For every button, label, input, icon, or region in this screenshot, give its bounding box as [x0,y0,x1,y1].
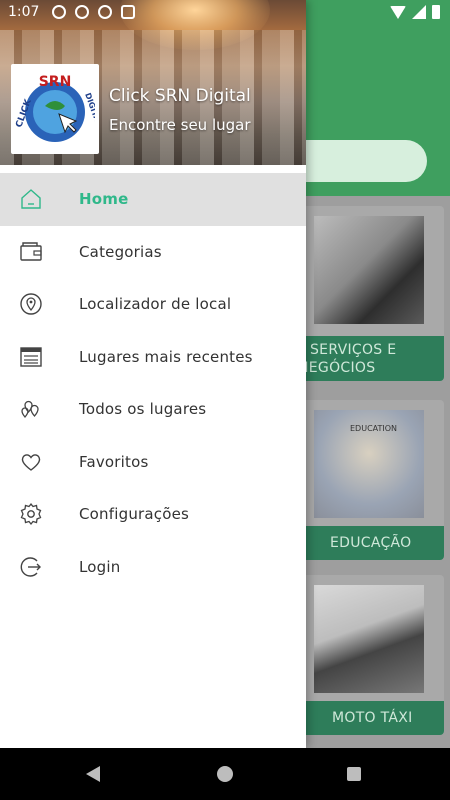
multiple-pins-icon [21,401,39,419]
home-icon [21,189,41,209]
status-system-icons [390,5,440,19]
menu-item-login[interactable]: Login [0,541,306,594]
category-card-moto-taxi[interactable]: MOTO TÁXI [296,575,444,735]
navigation-drawer: SRN CLICK DIGITAL Click SRN Digital Enco… [0,0,306,748]
card-image-businessman [314,216,424,324]
system-navigation-bar [0,748,450,800]
menu-item-categorias[interactable]: Categorias [0,226,306,279]
card-label-line2: NEGÓCIOS [298,359,376,376]
app-logo: SRN CLICK DIGITAL [11,64,99,154]
menu-item-localizador[interactable]: Localizador de local [0,278,306,331]
recents-icon[interactable] [347,767,361,781]
menu-label-todos: Todos os lugares [79,400,207,419]
menu-label-login: Login [79,557,121,576]
brand-title: Click SRN Digital [109,86,251,106]
card-image-education: EDUCATION [314,410,424,518]
status-notification-icons [52,5,135,19]
card-label-line1: SERVIÇOS E [310,341,397,358]
menu-label-localizador: Localizador de local [79,295,232,314]
status-bar: 1:07 [0,0,450,26]
logo-graphic: SRN CLICK DIGITAL [15,74,95,142]
card-label: SERVIÇOS E NEGÓCIOS [296,336,444,381]
gear-icon [52,5,66,19]
status-time: 1:07 [8,4,40,20]
wifi-icon [390,5,406,19]
sync-icon [98,5,112,19]
back-icon[interactable] [86,766,100,782]
card-label: MOTO TÁXI [296,701,444,735]
drawer-menu: Home Categorias Localizador de local Lug… [0,173,306,593]
category-card-educacao[interactable]: EDUCATION EDUCAÇÃO [296,400,444,560]
signal-icon [412,5,426,19]
brand-subtitle: Encontre seu lugar [109,116,251,134]
menu-item-recentes[interactable]: Lugares mais recentes [0,331,306,384]
home-button-icon[interactable] [217,766,233,782]
logout-icon [20,557,41,577]
card-label: EDUCAÇÃO [296,526,444,560]
category-card-servicos[interactable]: SERVIÇOS E NEGÓCIOS [296,206,444,381]
battery-icon [432,5,440,19]
menu-label-categorias: Categorias [79,242,162,261]
menu-item-todos[interactable]: Todos os lugares [0,383,306,436]
menu-label-recentes: Lugares mais recentes [79,347,253,366]
heart-icon [21,453,41,471]
calendar-icon [20,347,42,367]
logo-text-top: SRN [39,74,72,90]
sd-card-icon [121,5,135,19]
menu-item-favoritos[interactable]: Favoritos [0,436,306,489]
play-store-icon [75,5,89,19]
menu-item-configuracoes[interactable]: Configurações [0,488,306,541]
wallet-icon [20,242,42,261]
menu-label-home: Home [79,190,129,209]
menu-label-favoritos: Favoritos [79,452,149,471]
location-pin-icon [20,293,42,315]
menu-item-home[interactable]: Home [0,173,306,226]
menu-label-configuracoes: Configurações [79,505,190,524]
gear-icon [20,503,42,526]
card-image-motorcycle [314,585,424,693]
card-image-text: EDUCATION [350,424,398,433]
